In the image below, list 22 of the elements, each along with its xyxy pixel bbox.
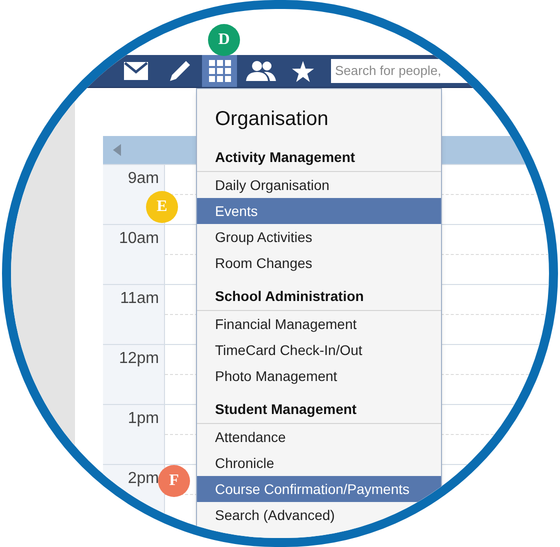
menu-item[interactable]: Events (197, 198, 441, 224)
hour-label: 1pm (128, 409, 159, 429)
hour-label: 9am (128, 169, 159, 189)
menu-item[interactable]: TimeCard Check-In/Out (197, 337, 441, 363)
menu-item[interactable]: Search (Advanced) (197, 502, 441, 528)
hour-label: 11am (120, 289, 159, 309)
menu-item[interactable]: Chronicle (197, 450, 441, 476)
section-heading: Activity Management (197, 144, 441, 172)
menu-item[interactable]: Daily Organisation (197, 172, 441, 198)
menu-title: Organisation (214, 107, 330, 132)
menu-item[interactable]: Room Changes (197, 250, 441, 276)
menu-item[interactable]: Photo Management (197, 363, 441, 389)
hour-label: 10am (118, 229, 159, 249)
menu-item[interactable]: Course Confirmation/Payments (197, 476, 441, 502)
hour-label: 12pm (118, 349, 159, 369)
grid-icon[interactable] (202, 55, 237, 87)
section-heading: Student Management (197, 396, 441, 424)
hour-label: 2pm (128, 469, 159, 489)
menu-item[interactable]: Attendance (197, 424, 441, 450)
menu-item[interactable]: Group Activities (197, 224, 441, 250)
section-heading: School Administration (197, 283, 441, 311)
menu-item[interactable]: Financial Management (197, 311, 441, 337)
